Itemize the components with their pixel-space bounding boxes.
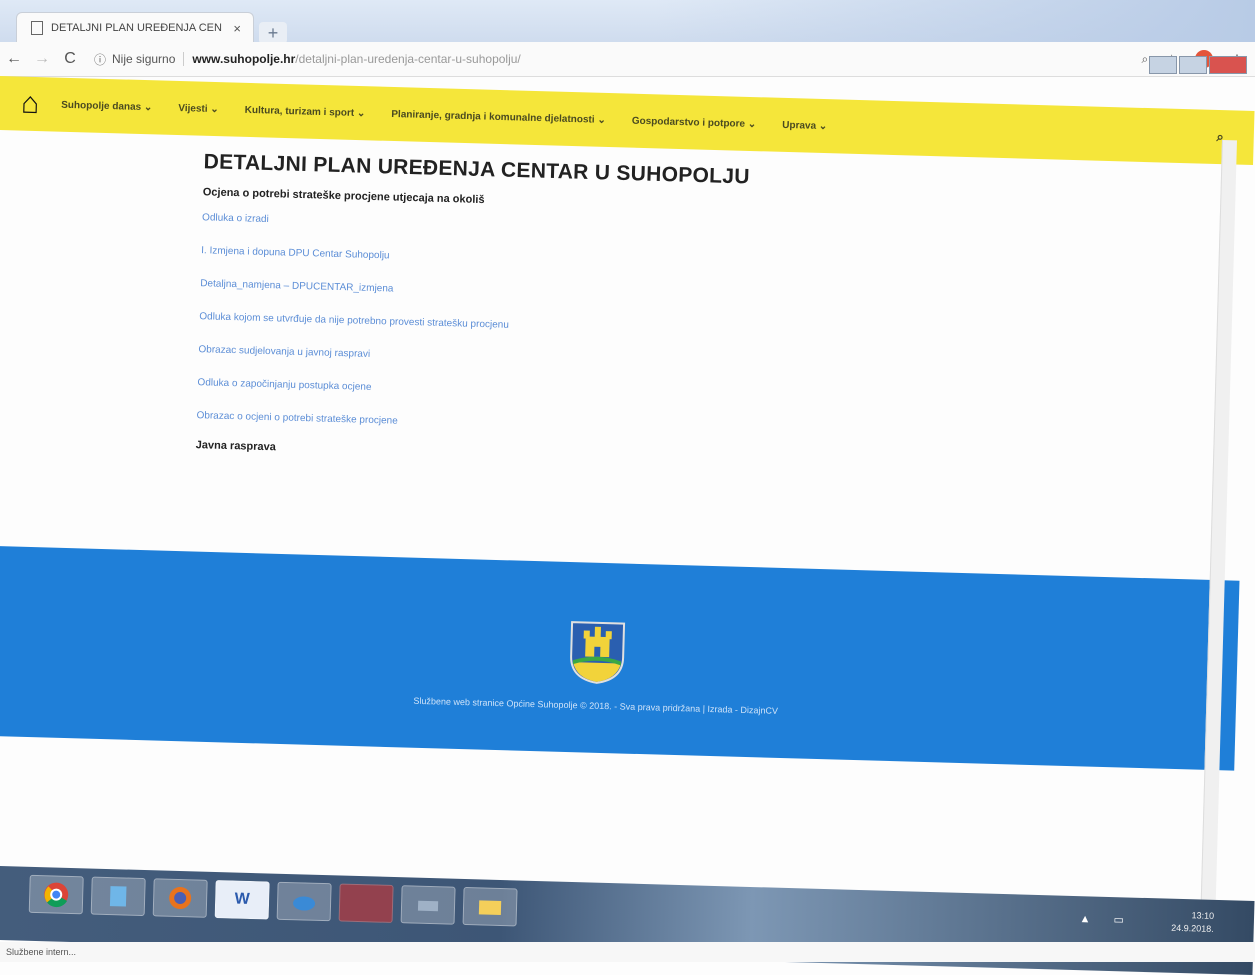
nav-item-suhopolje-danas[interactable]: Suhopolje danas ⌄ bbox=[61, 99, 152, 113]
document-link[interactable]: Odluka o izradi bbox=[202, 212, 814, 240]
nav-item-kultura[interactable]: Kultura, turizam i sport ⌄ bbox=[245, 104, 366, 118]
tab-strip: DETALJNI PLAN UREĐENJA CEN × + bbox=[0, 0, 1255, 44]
nav-item-vijesti[interactable]: Vijesti ⌄ bbox=[178, 102, 219, 114]
system-tray[interactable]: ▲ ▭ bbox=[1079, 912, 1134, 927]
address-bar-row: ← → C ⓘ Nije sigurno www.suhopolje.hr /d… bbox=[0, 42, 1255, 77]
pdf-taskbar-icon[interactable] bbox=[338, 883, 394, 923]
tab-title: DETALJNI PLAN UREĐENJA CEN bbox=[51, 22, 222, 34]
home-icon[interactable]: ⌂ bbox=[0, 86, 62, 122]
nav-item-planiranje[interactable]: Planiranje, gradnja i komunalne djelatno… bbox=[391, 108, 606, 125]
url-host[interactable]: www.suhopolje.hr bbox=[192, 52, 295, 66]
firefox-taskbar-icon[interactable] bbox=[152, 878, 208, 918]
browser-tab[interactable]: DETALJNI PLAN UREĐENJA CEN × bbox=[16, 12, 254, 43]
document-link[interactable]: Obrazac o ocjeni o potrebi strateške pro… bbox=[196, 410, 808, 438]
network-taskbar-icon[interactable] bbox=[400, 885, 456, 925]
document-link[interactable]: I. Izmjena i dopuna DPU Centar Suhopolju bbox=[201, 245, 813, 273]
outlook-taskbar-icon[interactable] bbox=[276, 881, 332, 922]
word-taskbar-icon[interactable]: W bbox=[214, 880, 270, 920]
folder-taskbar-icon[interactable] bbox=[462, 886, 518, 927]
tab-close-icon[interactable]: × bbox=[233, 21, 241, 36]
mail-client-icon bbox=[293, 896, 316, 911]
url-path[interactable]: /detaljni-plan-uredenja-centar-u-suhopol… bbox=[295, 52, 520, 66]
document-link[interactable]: Detaljna_namjena – DPUCENTAR_izmjena bbox=[200, 278, 812, 306]
site-navigation: ⌂ Suhopolje danas ⌄ Vijesti ⌄ Kultura, t… bbox=[0, 76, 1255, 166]
document-icon bbox=[109, 886, 127, 907]
page-icon bbox=[31, 21, 43, 35]
section-title: Ocjena o potrebi strateške procjene utje… bbox=[202, 186, 485, 207]
window-controls bbox=[1149, 56, 1247, 74]
document-taskbar-icon[interactable] bbox=[90, 876, 146, 917]
taskbar-clock[interactable]: 13:10 24.9.2018. bbox=[1171, 909, 1214, 936]
chrome-taskbar-icon[interactable] bbox=[28, 874, 84, 915]
site-footer: Službene web stranice Općine Suhopolje ©… bbox=[0, 545, 1240, 771]
firefox-icon bbox=[169, 887, 192, 910]
security-label[interactable]: Nije sigurno bbox=[112, 52, 175, 66]
clock-date: 24.9.2018. bbox=[1171, 922, 1214, 934]
nav-item-gospodarstvo[interactable]: Gospodarstvo i potpore ⌄ bbox=[632, 115, 757, 129]
footer-copyright[interactable]: Službene web stranice Općine Suhopolje ©… bbox=[356, 694, 836, 717]
security-icon[interactable]: ⓘ bbox=[94, 51, 106, 68]
maximize-button[interactable] bbox=[1179, 56, 1207, 74]
document-link[interactable]: Obrazac sudjelovanja u javnoj raspravi bbox=[198, 344, 810, 372]
page-scrollbar[interactable] bbox=[1200, 140, 1237, 921]
new-tab-button[interactable]: + bbox=[259, 22, 287, 44]
chrome-icon bbox=[44, 882, 69, 908]
zoom-search-icon[interactable]: ⌕ bbox=[1142, 52, 1149, 67]
network-drive-icon bbox=[417, 900, 439, 912]
document-link[interactable]: Odluka o započinjanju postupka ocjene bbox=[197, 377, 809, 405]
close-window-button[interactable] bbox=[1209, 56, 1247, 74]
folder-icon bbox=[478, 900, 502, 916]
nav-item-uprava[interactable]: Uprava ⌄ bbox=[782, 119, 827, 131]
tab-strip-fade bbox=[655, 0, 1255, 42]
document-link[interactable]: Odluka kojom se utvrđuje da nije potrebn… bbox=[199, 311, 811, 339]
page-title: DETALJNI PLAN UREĐENJA CENTAR U SUHOPOLJ… bbox=[203, 150, 751, 189]
minimize-button[interactable] bbox=[1149, 56, 1177, 74]
clock-time: 13:10 bbox=[1191, 910, 1215, 921]
bottom-section-title: Javna rasprava bbox=[195, 439, 277, 454]
reload-button[interactable]: C bbox=[56, 50, 84, 68]
municipality-crest-icon bbox=[570, 621, 626, 684]
address-separator bbox=[183, 52, 185, 66]
forward-button[interactable]: → bbox=[28, 50, 56, 68]
main-content: DETALJNI PLAN UREĐENJA CENTAR U SUHOPOLJ… bbox=[187, 150, 816, 482]
back-button[interactable]: ← bbox=[0, 50, 28, 68]
browser-status-bar: Službene intern... bbox=[0, 942, 1255, 962]
